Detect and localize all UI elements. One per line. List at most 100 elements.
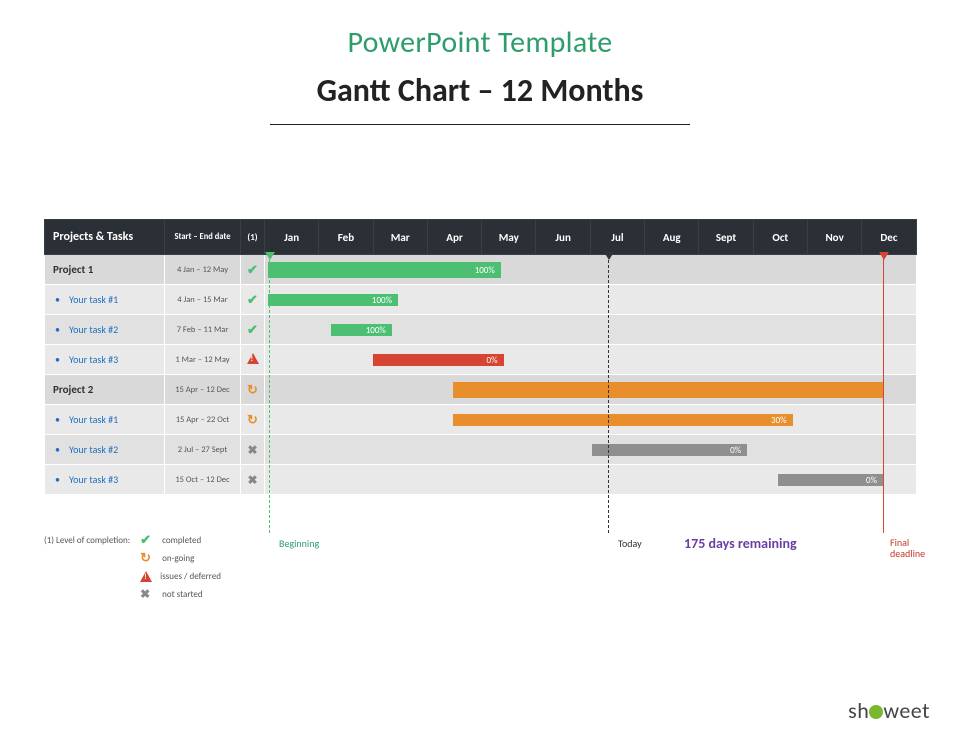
row-name: Your task #1 <box>45 285 165 315</box>
row-bar-cell: 0% <box>265 345 917 375</box>
x-icon: ✖ <box>246 443 260 457</box>
bar-percent: 100% <box>475 265 495 276</box>
legend-item-issues: issues / deferred <box>140 570 221 582</box>
col-header-month: Jan <box>265 220 319 255</box>
refresh-icon: ↻ <box>246 383 260 397</box>
bar-percent: 30% <box>771 415 787 426</box>
row-bar-cell <box>265 375 917 405</box>
check-icon: ✔ <box>140 533 154 547</box>
task-row: Your task #3 15 Oct – 12 Dec ✖ 0% <box>45 465 917 495</box>
row-name: Your task #1 <box>45 405 165 435</box>
task-row: Your task #2 2 Jul – 27 Sept ✖ 0% <box>45 435 917 465</box>
row-name: Project 1 <box>45 255 165 285</box>
legend-label: on-going <box>162 553 194 564</box>
bar-percent: 100% <box>372 295 392 306</box>
bar-percent: 0% <box>487 355 498 366</box>
legend-item-notstarted: ✖ not started <box>140 588 221 600</box>
row-dates: 4 Jan – 12 May <box>165 255 241 285</box>
task-row: Your task #1 4 Jan – 15 Mar ✔ 100% <box>45 285 917 315</box>
col-header-month: Aug <box>645 220 699 255</box>
gantt-bar: 100% <box>268 294 398 306</box>
col-header-status: (1) <box>241 220 265 255</box>
row-bar-cell: 100% <box>265 285 917 315</box>
project-row: Project 1 4 Jan – 12 May ✔ 100% <box>45 255 917 285</box>
gantt-bar: 0% <box>778 474 883 486</box>
col-header-month: Mar <box>373 220 427 255</box>
task-row: Your task #3 1 Mar – 12 May 0% <box>45 345 917 375</box>
legend-title: (1) Level of completion: <box>44 534 130 546</box>
row-bar-cell: 0% <box>265 465 917 495</box>
row-dates: 15 Oct – 12 Dec <box>165 465 241 495</box>
gantt-table: Projects & Tasks Start – End date (1) Ja… <box>44 219 917 495</box>
check-icon: ✔ <box>246 263 260 277</box>
legend: (1) Level of completion: ✔ completed ↻ o… <box>44 534 221 600</box>
warning-icon <box>247 353 259 364</box>
row-bar-cell: 0% <box>265 435 917 465</box>
col-header-month: Feb <box>319 220 373 255</box>
today-label: Today <box>618 537 642 550</box>
refresh-icon: ↻ <box>246 413 260 427</box>
row-status-icon: ✖ <box>241 465 265 495</box>
row-status-icon: ✔ <box>241 285 265 315</box>
row-dates: 15 Apr – 22 Oct <box>165 405 241 435</box>
col-header-month: Jul <box>590 220 644 255</box>
row-dates: 2 Jul – 27 Sept <box>165 435 241 465</box>
project-row: Project 2 15 Apr – 12 Dec ↻ <box>45 375 917 405</box>
warning-icon <box>140 571 152 582</box>
row-dates: 7 Feb – 11 Mar <box>165 315 241 345</box>
row-name: Your task #3 <box>45 345 165 375</box>
gantt-bar: 0% <box>592 444 747 456</box>
days-remaining: 175 days remaining <box>684 535 797 552</box>
row-status-icon <box>241 345 265 375</box>
row-status-icon: ↻ <box>241 375 265 405</box>
legend-label: issues / deferred <box>160 571 221 582</box>
subtitle: PowerPoint Template <box>0 24 960 61</box>
col-header-month: Oct <box>753 220 807 255</box>
gantt-bar: 100% <box>331 324 392 336</box>
col-header-month: May <box>482 220 536 255</box>
row-status-icon: ↻ <box>241 405 265 435</box>
bar-percent: 0% <box>866 475 877 486</box>
task-row: Your task #1 15 Apr – 22 Oct ↻ 30% <box>45 405 917 435</box>
row-status-icon: ✔ <box>241 315 265 345</box>
check-icon: ✔ <box>246 293 260 307</box>
row-name: Your task #2 <box>45 435 165 465</box>
beginning-label: Beginning <box>279 537 319 550</box>
col-header-month: Dec <box>862 220 916 255</box>
row-name: Your task #2 <box>45 315 165 345</box>
row-dates: 4 Jan – 15 Mar <box>165 285 241 315</box>
legend-item-ongoing: ↻ on-going <box>140 552 221 564</box>
bar-percent: 0% <box>730 445 741 456</box>
col-header-month: Sept <box>699 220 753 255</box>
gantt-chart: Projects & Tasks Start – End date (1) Ja… <box>44 219 916 495</box>
gantt-bar <box>453 382 883 398</box>
row-name: Your task #3 <box>45 465 165 495</box>
gantt-bar: 30% <box>453 414 793 426</box>
legend-item-completed: ✔ completed <box>140 534 221 546</box>
bar-percent: 100% <box>366 325 386 336</box>
row-bar-cell: 100% <box>265 315 917 345</box>
check-icon: ✔ <box>246 323 260 337</box>
row-status-icon: ✖ <box>241 435 265 465</box>
final-deadline-label: Final deadline <box>890 537 925 559</box>
col-header-dates: Start – End date <box>165 220 241 255</box>
task-row: Your task #2 7 Feb – 11 Mar ✔ 100% <box>45 315 917 345</box>
row-dates: 15 Apr – 12 Dec <box>165 375 241 405</box>
logo-ball-icon <box>869 705 883 719</box>
legend-label: not started <box>162 589 202 600</box>
row-bar-cell: 100% <box>265 255 917 285</box>
row-dates: 1 Mar – 12 May <box>165 345 241 375</box>
gantt-header-row: Projects & Tasks Start – End date (1) Ja… <box>45 220 917 255</box>
col-header-month: Apr <box>427 220 481 255</box>
x-icon: ✖ <box>140 587 154 601</box>
row-status-icon: ✔ <box>241 255 265 285</box>
col-header-month: Nov <box>807 220 861 255</box>
row-bar-cell: 30% <box>265 405 917 435</box>
page-title: Gantt Chart – 12 Months <box>0 71 960 110</box>
gantt-bar: 0% <box>373 354 503 366</box>
refresh-icon: ↻ <box>140 551 154 565</box>
col-header-month: Jun <box>536 220 590 255</box>
gantt-bar: 100% <box>268 262 501 278</box>
col-header-name: Projects & Tasks <box>45 220 165 255</box>
legend-label: completed <box>162 535 201 546</box>
